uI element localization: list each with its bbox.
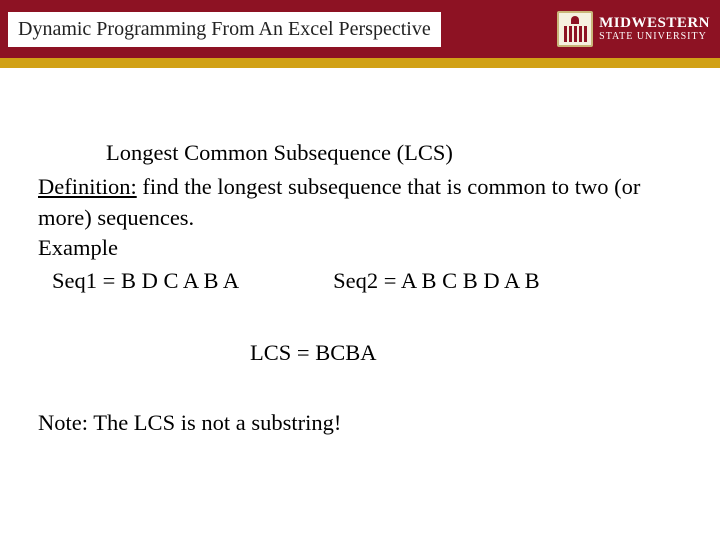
sequences-row: Seq1 = B D C A B A Seq2 = A B C B D A B bbox=[38, 266, 682, 296]
definition-label: Definition: bbox=[38, 174, 137, 199]
logo-line2: STATE UNIVERSITY bbox=[599, 32, 710, 43]
logo-text: MIDWESTERN STATE UNIVERSITY bbox=[599, 16, 710, 42]
note-line: Note: The LCS is not a substring! bbox=[38, 408, 682, 438]
seq2-block: Seq2 = A B C B D A B bbox=[239, 266, 540, 296]
university-logo: MIDWESTERN STATE UNIVERSITY bbox=[557, 11, 714, 47]
lcs-value: BCBA bbox=[315, 340, 376, 365]
slide-content: Longest Common Subsequence (LCS) Definit… bbox=[0, 68, 720, 439]
seq1-label: Seq1 = bbox=[52, 268, 121, 293]
lcs-label: LCS = bbox=[250, 340, 315, 365]
definition-line: Definition: find the longest subsequence… bbox=[38, 172, 682, 233]
example-label: Example bbox=[38, 233, 682, 263]
logo-line1: MIDWESTERN bbox=[599, 16, 710, 32]
slide-title: Dynamic Programming From An Excel Perspe… bbox=[18, 18, 431, 40]
topic-heading: Longest Common Subsequence (LCS) bbox=[38, 138, 682, 168]
seq1-value: B D C A B A bbox=[121, 268, 239, 293]
lcs-result: LCS = BCBA bbox=[38, 338, 682, 368]
header-bar: Dynamic Programming From An Excel Perspe… bbox=[0, 0, 720, 58]
seq1-block: Seq1 = B D C A B A bbox=[38, 266, 239, 296]
header-title-wrap: Dynamic Programming From An Excel Perspe… bbox=[8, 12, 441, 47]
seq2-label: Seq2 = bbox=[333, 268, 401, 293]
seq2-value: A B C B D A B bbox=[401, 268, 540, 293]
logo-seal-icon bbox=[557, 11, 593, 47]
accent-bar bbox=[0, 58, 720, 68]
